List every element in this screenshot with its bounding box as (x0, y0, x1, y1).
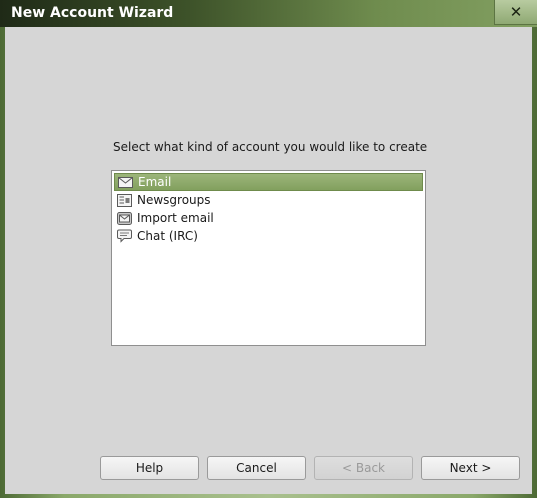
account-type-import-email[interactable]: Import email (114, 209, 423, 227)
cancel-button[interactable]: Cancel (207, 456, 306, 480)
close-icon: ✕ (509, 3, 523, 21)
account-type-label: Newsgroups (137, 193, 211, 207)
account-type-label: Email (138, 175, 172, 189)
newsgroup-icon (116, 193, 132, 207)
close-button[interactable]: ✕ (494, 0, 537, 25)
title-bar[interactable]: New Account Wizard ✕ (0, 0, 537, 27)
window-title: New Account Wizard (11, 5, 174, 21)
prompt-label: Select what kind of account you would li… (113, 140, 428, 154)
wizard-content: Select what kind of account you would li… (5, 27, 532, 494)
new-account-wizard-window: New Account Wizard ✕ Select what kind of… (0, 0, 537, 498)
account-type-chat-irc[interactable]: Chat (IRC) (114, 227, 423, 245)
account-type-list[interactable]: Email Newsgroups Import email Chat (IRC) (111, 170, 426, 346)
account-type-label: Import email (137, 211, 214, 225)
next-button[interactable]: Next > (421, 456, 520, 480)
help-button[interactable]: Help (100, 456, 199, 480)
account-type-label: Chat (IRC) (137, 229, 198, 243)
import-icon (116, 211, 132, 225)
chat-bubble-icon (116, 229, 132, 243)
envelope-icon (117, 175, 133, 189)
back-button[interactable]: < Back (314, 456, 413, 480)
account-type-email[interactable]: Email (114, 173, 423, 191)
account-type-newsgroups[interactable]: Newsgroups (114, 191, 423, 209)
